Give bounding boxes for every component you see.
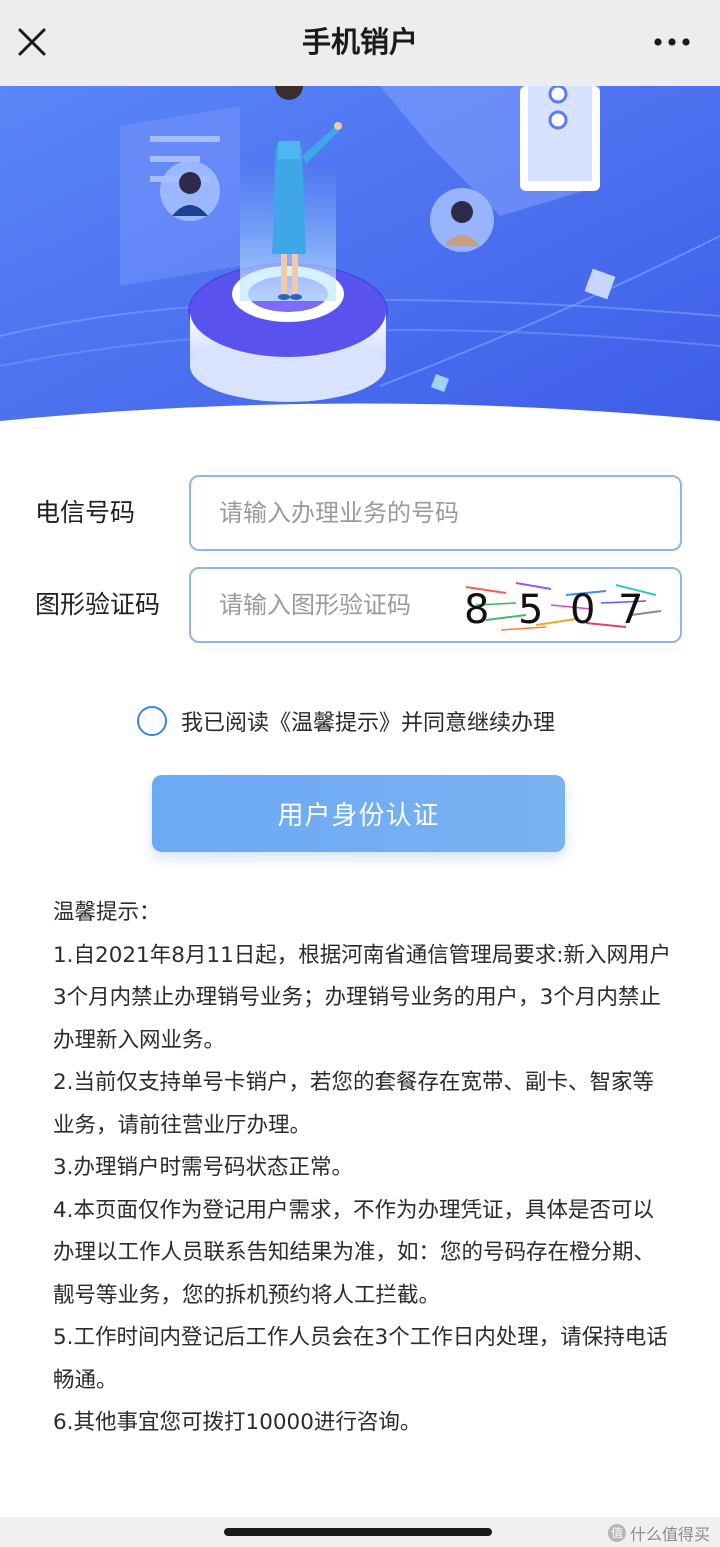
notice-item: 3.办理销户时需号码状态正常。 — [53, 1155, 354, 1180]
captcha-digit: 7 — [618, 587, 643, 633]
phone-number-label: 电信号码 — [35, 498, 136, 527]
watermark: 值 什么值得买 — [607, 1521, 710, 1545]
captcha-row: 图形验证码 8 5 0 7 — [0, 567, 720, 643]
notice-title: 温馨提示： — [53, 900, 161, 925]
notice-item: 1.自2021年8月11日起，根据河南省通信管理局要求:新入网用户3个月内禁止办… — [53, 942, 672, 1053]
phone-number-input[interactable] — [189, 475, 682, 551]
notice-item: 6.其他事宜您可拨打10000进行咨询。 — [53, 1410, 422, 1435]
notice-item: 2.当前仅支持单号卡销户，若您的套餐存在宽带、副卡、智家等业务，请前往营业厅办理… — [53, 1070, 655, 1138]
captcha-label: 图形验证码 — [35, 590, 161, 619]
identity-verify-button[interactable]: 用户身份认证 — [152, 775, 565, 852]
watermark-logo-icon: 值 — [607, 1524, 626, 1542]
agreement-text[interactable]: 我已阅读《温馨提示》并同意继续办理 — [181, 705, 555, 737]
banner-illustration — [0, 86, 720, 432]
agreement-row: 我已阅读《温馨提示》并同意继续办理 — [137, 702, 555, 740]
notice-item: 5.工作时间内登记后工作人员会在3个工作日内处理，请保持电话畅通。 — [53, 1325, 668, 1393]
captcha-digit: 8 — [464, 587, 489, 633]
captcha-digit: 0 — [570, 587, 595, 633]
page-title: 手机销户 — [301, 25, 418, 59]
notice-item: 4.本页面仅作为登记用户需求，不作为办理凭证，具体是否可以办理以工作人员联系告知… — [53, 1197, 656, 1308]
bottom-bar: 值 什么值得买 — [0, 1517, 720, 1547]
notice-section: 温馨提示： 1.自2021年8月11日起，根据河南省通信管理局要求:新入网用户3… — [53, 892, 673, 1445]
agreement-radio[interactable] — [137, 706, 167, 736]
top-navigation-bar: 手机销户 — [0, 0, 720, 86]
more-dots-icon[interactable] — [652, 30, 692, 54]
home-indicator[interactable] — [224, 1528, 492, 1536]
watermark-text: 什么值得买 — [629, 1525, 710, 1544]
captcha-digit: 5 — [518, 587, 543, 633]
close-icon[interactable] — [14, 22, 50, 62]
phone-number-row: 电信号码 — [0, 475, 720, 551]
captcha-image[interactable]: 8 5 0 7 — [456, 575, 668, 635]
